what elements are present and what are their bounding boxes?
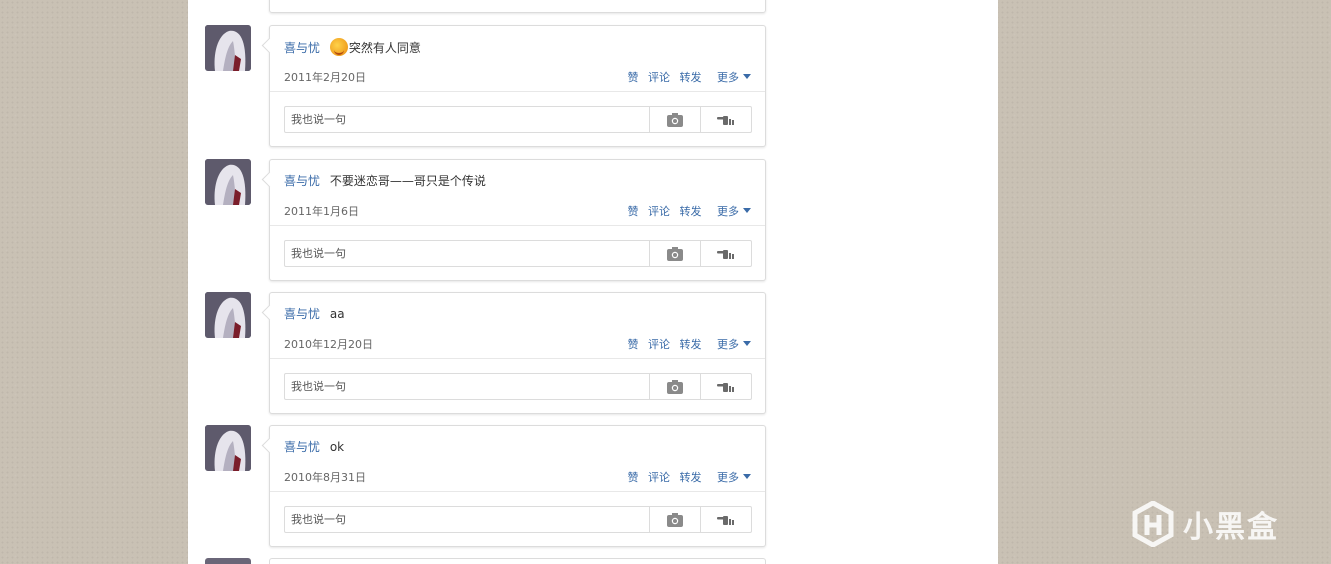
more-label: 更多: [717, 205, 739, 218]
post-card: 喜与忧 ok 2010年8月31日 赞 评论 转发 更多: [269, 425, 766, 547]
camera-icon: [667, 246, 683, 261]
xiaoheihe-watermark: 小黑盒: [1131, 501, 1279, 547]
more-button[interactable]: 更多: [711, 471, 751, 484]
comment-button[interactable]: 评论: [648, 471, 670, 484]
like-button[interactable]: 赞: [628, 338, 639, 351]
post-content: aa: [329, 307, 345, 321]
comment-input[interactable]: [285, 507, 649, 532]
camera-icon: [667, 112, 683, 127]
caret-down-icon: [743, 341, 751, 346]
avatar-image: [205, 25, 251, 71]
caret-down-icon: [743, 74, 751, 79]
previous-post-card-bottom: [269, 0, 766, 13]
comment-box: [284, 240, 752, 267]
post-content: ok: [329, 440, 345, 454]
more-label: 更多: [717, 338, 739, 351]
comment-input[interactable]: [285, 374, 649, 399]
post-text-line: 喜与忧 不要迷恋哥——哥只是个传说: [284, 172, 486, 189]
avatar-image: [205, 425, 251, 471]
author-link[interactable]: 喜与忧: [284, 174, 320, 188]
avatar[interactable]: [205, 292, 251, 338]
smiley-emoji-icon: [329, 38, 348, 56]
repost-button[interactable]: 转发: [680, 471, 702, 484]
xiaoheihe-logo-icon: [1132, 501, 1174, 547]
gesture-button[interactable]: [700, 507, 751, 532]
post-actions: 赞 评论 转发 更多: [622, 203, 751, 219]
comment-button[interactable]: 评论: [648, 338, 670, 351]
caret-down-icon: [743, 474, 751, 479]
avatar[interactable]: [205, 25, 251, 71]
author-link[interactable]: 喜与忧: [284, 440, 320, 454]
photo-button[interactable]: [649, 241, 700, 266]
avatar: [205, 558, 251, 564]
post-card-top: [269, 558, 766, 564]
camera-icon: [667, 379, 683, 394]
comment-input[interactable]: [285, 241, 649, 266]
post-actions: 赞 评论 转发 更多: [622, 469, 751, 485]
comment-button[interactable]: 评论: [648, 205, 670, 218]
repost-button[interactable]: 转发: [680, 338, 702, 351]
author-link[interactable]: 喜与忧: [284, 41, 320, 55]
photo-button[interactable]: [649, 107, 700, 132]
pointing-hand-icon: [717, 515, 734, 525]
repost-button[interactable]: 转发: [680, 71, 702, 84]
pointing-hand-icon: [717, 382, 734, 392]
feed-column: 喜与忧 突然有人同意 2011年2月20日 赞 评论 转发 更多 我也说一句 喜…: [188, 0, 998, 564]
post-actions: 赞 评论 转发 更多: [622, 69, 751, 85]
like-button[interactable]: 赞: [628, 471, 639, 484]
post-actions: 赞 评论 转发 更多: [622, 336, 751, 352]
divider: [270, 225, 765, 226]
like-button[interactable]: 赞: [628, 205, 639, 218]
avatar-image: [205, 292, 251, 338]
more-button[interactable]: 更多: [711, 338, 751, 351]
post-card: 喜与忧 突然有人同意 2011年2月20日 赞 评论 转发 更多: [269, 25, 766, 147]
post-card: 喜与忧 aa 2010年12月20日 赞 评论 转发 更多: [269, 292, 766, 414]
photo-button[interactable]: [649, 507, 700, 532]
comment-input[interactable]: [285, 107, 649, 132]
more-button[interactable]: 更多: [711, 71, 751, 84]
comment-box: [284, 373, 752, 400]
post-date: 2010年12月20日: [284, 338, 373, 351]
comment-box: [284, 506, 752, 533]
author-link[interactable]: 喜与忧: [284, 307, 320, 321]
pointing-hand-icon: [717, 249, 734, 259]
more-label: 更多: [717, 71, 739, 84]
divider: [270, 358, 765, 359]
pointing-hand-icon: [717, 115, 734, 125]
avatar-image: [205, 159, 251, 205]
next-post-partial: [188, 558, 998, 564]
post-text-line: 喜与忧 aa: [284, 305, 345, 322]
post-card: 喜与忧 不要迷恋哥——哥只是个传说 2011年1月6日 赞 评论 转发 更多: [269, 159, 766, 281]
more-label: 更多: [717, 471, 739, 484]
post-content: 不要迷恋哥——哥只是个传说: [329, 174, 486, 188]
photo-button[interactable]: [649, 374, 700, 399]
more-button[interactable]: 更多: [711, 205, 751, 218]
camera-icon: [667, 512, 683, 527]
gesture-button[interactable]: [700, 107, 751, 132]
gesture-button[interactable]: [700, 241, 751, 266]
post-date: 2011年2月20日: [284, 71, 366, 84]
watermark-text: 小黑盒: [1183, 510, 1279, 545]
post-date: 2010年8月31日: [284, 471, 366, 484]
like-button[interactable]: 赞: [628, 71, 639, 84]
comment-box: [284, 106, 752, 133]
divider: [270, 91, 765, 92]
comment-button[interactable]: 评论: [648, 71, 670, 84]
gesture-button[interactable]: [700, 374, 751, 399]
post-text-line: 喜与忧 突然有人同意: [284, 38, 421, 56]
post-date: 2011年1月6日: [284, 205, 359, 218]
caret-down-icon: [743, 208, 751, 213]
divider: [270, 491, 765, 492]
post-content: 突然有人同意: [348, 41, 421, 55]
avatar[interactable]: [205, 159, 251, 205]
post-text-line: 喜与忧 ok: [284, 438, 344, 455]
repost-button[interactable]: 转发: [680, 205, 702, 218]
avatar[interactable]: [205, 425, 251, 471]
